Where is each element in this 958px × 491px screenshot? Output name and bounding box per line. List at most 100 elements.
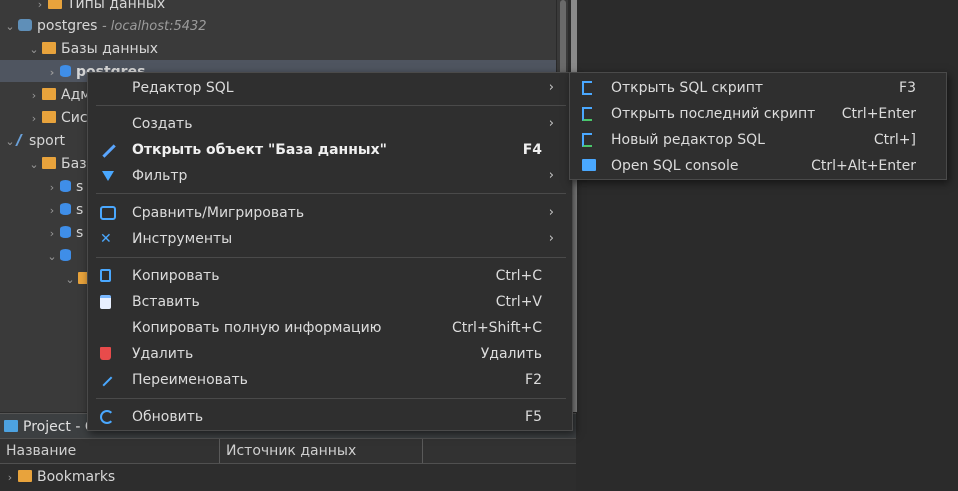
- folder-icon: [42, 42, 56, 54]
- menu-separator: [96, 257, 566, 258]
- menu-shortcut: Ctrl+]: [873, 132, 916, 148]
- project-tab-label: Project - G: [23, 419, 96, 435]
- tree-item-sport-databases[interactable]: ⌄ Баз: [26, 152, 87, 177]
- menu-item-label: Открыть объект "База данных": [132, 142, 387, 158]
- menu-item-label: Вставить: [132, 294, 200, 310]
- tree-item-admin[interactable]: › Адм: [26, 83, 91, 107]
- menu-item-compare-migrate[interactable]: Сравнить/Мигрировать ›: [88, 200, 572, 226]
- pencil-icon: [100, 142, 116, 158]
- chevron-down-icon[interactable]: ⌄: [44, 245, 60, 269]
- tree-item-db-2[interactable]: › s: [44, 198, 84, 223]
- recent-script-icon: [582, 107, 592, 121]
- compare-icon: [100, 206, 116, 220]
- copy-icon: [100, 269, 111, 282]
- menu-item-label: Удалить: [132, 346, 194, 362]
- project-columns-header: Название Источник данных: [0, 438, 576, 464]
- menu-separator: [96, 398, 566, 399]
- column-header-datasource[interactable]: Источник данных: [220, 439, 422, 463]
- tree-item-db-4[interactable]: ⌄: [44, 244, 76, 268]
- column-header-name[interactable]: Название: [0, 439, 219, 463]
- tree-item-db-1[interactable]: › s: [44, 175, 84, 200]
- menu-item-label: Редактор SQL: [132, 80, 234, 96]
- tree-item-system[interactable]: › Сис: [26, 106, 88, 130]
- menu-item-label: Создать: [132, 116, 193, 132]
- tree-item-label: Баз: [61, 156, 87, 172]
- menu-item-label: Открыть SQL скрипт: [611, 80, 764, 96]
- tree-item-databases[interactable]: ⌄ Базы данных: [26, 37, 158, 61]
- tree-item-label: sport: [29, 133, 65, 149]
- tools-icon: ✕: [100, 231, 112, 247]
- menu-shortcut: F2: [525, 372, 542, 388]
- postgres-connection-icon: [18, 19, 32, 31]
- console-icon: [582, 159, 596, 171]
- connection-host: - localhost:5432: [101, 19, 207, 34]
- chevron-right-icon[interactable]: ›: [2, 466, 18, 490]
- rename-icon: [99, 373, 113, 387]
- menu-item-label: Копировать: [132, 268, 220, 284]
- chevron-right-icon[interactable]: ›: [26, 107, 42, 131]
- menu-item-sql-editor[interactable]: Редактор SQL ›: [88, 75, 572, 101]
- menu-item-tools[interactable]: ✕ Инструменты ›: [88, 226, 572, 252]
- menu-item-label: Открыть последний скрипт: [611, 106, 816, 122]
- menu-item-label: Фильтр: [132, 168, 188, 184]
- database-icon: [60, 180, 71, 192]
- chevron-down-icon[interactable]: ⌄: [2, 130, 18, 154]
- tree-item-label: s: [76, 179, 84, 195]
- database-icon: [60, 249, 71, 261]
- submenu-arrow-icon: ›: [548, 205, 554, 220]
- menu-item-copy-full-info[interactable]: Копировать полную информацию Ctrl+Shift+…: [88, 315, 572, 341]
- submenu-arrow-icon: ›: [548, 80, 554, 95]
- tree-item-label: postgres: [37, 18, 98, 34]
- menu-item-refresh[interactable]: Обновить F5: [88, 404, 572, 430]
- menu-item-label: Сравнить/Мигрировать: [132, 205, 305, 221]
- tree-item-label: s: [76, 202, 84, 218]
- database-icon: [60, 203, 71, 215]
- submenu-item-open-recent-script[interactable]: Открыть последний скрипт Ctrl+Enter: [570, 101, 946, 127]
- menu-shortcut: Ctrl+V: [495, 294, 542, 310]
- tree-item-postgres-connection[interactable]: ⌄ postgres - localhost:5432: [2, 14, 207, 39]
- submenu-item-open-sql-console[interactable]: Open SQL console Ctrl+Alt+Enter: [570, 153, 946, 179]
- menu-item-rename[interactable]: Переименовать F2: [88, 367, 572, 393]
- menu-item-label: Инструменты: [132, 231, 233, 247]
- chevron-down-icon[interactable]: ⌄: [26, 38, 42, 62]
- folder-icon: [42, 88, 56, 100]
- submenu-arrow-icon: ›: [548, 116, 554, 131]
- menu-item-copy[interactable]: Копировать Ctrl+C: [88, 263, 572, 289]
- bookmarks-folder-icon: [18, 470, 32, 482]
- menu-shortcut: Ctrl+Alt+Enter: [811, 158, 916, 174]
- tree-item-bookmarks[interactable]: › Bookmarks: [2, 465, 115, 489]
- tree-item-sport-connection[interactable]: ⌄ sport: [2, 129, 65, 153]
- context-menu: Редактор SQL › Создать › Открыть объект …: [87, 72, 573, 431]
- column-divider[interactable]: [422, 439, 423, 463]
- paste-icon: [100, 295, 111, 309]
- menu-item-label: Обновить: [132, 409, 204, 425]
- menu-shortcut: Ctrl+C: [495, 268, 542, 284]
- project-tree: › Bookmarks: [0, 464, 576, 491]
- filter-icon: [102, 171, 114, 181]
- chevron-right-icon[interactable]: ›: [44, 222, 60, 246]
- tree-item-db-3[interactable]: › s: [44, 221, 84, 246]
- menu-item-create[interactable]: Создать ›: [88, 111, 572, 137]
- menu-separator: [96, 193, 566, 194]
- chevron-down-icon[interactable]: ⌄: [26, 153, 42, 177]
- database-icon: [60, 65, 71, 77]
- refresh-icon: [100, 410, 114, 424]
- submenu-item-open-sql-script[interactable]: Открыть SQL скрипт F3: [570, 75, 946, 101]
- menu-item-paste[interactable]: Вставить Ctrl+V: [88, 289, 572, 315]
- chevron-right-icon[interactable]: ›: [44, 199, 60, 223]
- folder-icon: [42, 111, 56, 123]
- chevron-down-icon[interactable]: ⌄: [62, 268, 78, 292]
- submenu-item-new-sql-editor[interactable]: Новый редактор SQL Ctrl+]: [570, 127, 946, 153]
- menu-item-filter[interactable]: Фильтр ›: [88, 163, 572, 189]
- menu-item-open-object[interactable]: Открыть объект "База данных" F4: [88, 137, 572, 163]
- project-tab[interactable]: Project - G: [4, 416, 96, 438]
- chevron-down-icon[interactable]: ⌄: [2, 15, 18, 39]
- menu-item-delete[interactable]: Удалить Удалить: [88, 341, 572, 367]
- menu-item-label: Новый редактор SQL: [611, 132, 765, 148]
- chevron-right-icon[interactable]: ›: [44, 61, 60, 85]
- project-icon: [4, 420, 18, 432]
- menu-shortcut: Удалить: [480, 346, 542, 362]
- chevron-right-icon[interactable]: ›: [44, 176, 60, 200]
- chevron-right-icon[interactable]: ›: [26, 84, 42, 108]
- folder-icon: [42, 157, 56, 169]
